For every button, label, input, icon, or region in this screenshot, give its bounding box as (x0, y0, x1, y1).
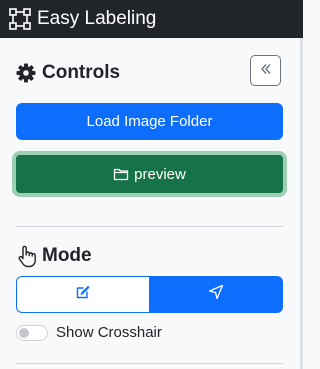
mode-select-button[interactable] (149, 276, 283, 313)
preview-button[interactable]: preview (12, 151, 287, 197)
controls-heading: Controls (16, 60, 120, 86)
crosshair-toggle-row: Show Crosshair (16, 324, 162, 341)
folder-icon (113, 166, 129, 182)
hand-pointer-icon (16, 244, 38, 268)
mode-toggle-group (16, 276, 283, 313)
collapse-sidebar-button[interactable] (250, 55, 281, 86)
load-image-folder-button[interactable]: Load Image Folder (16, 103, 283, 140)
mode-edit-button[interactable] (16, 276, 149, 313)
cursor-arrow-icon (208, 284, 224, 305)
crosshair-label: Show Crosshair (56, 324, 162, 341)
app-header: Easy Labeling (0, 0, 303, 38)
switch-knob (19, 327, 29, 338)
mode-heading: Mode (16, 243, 92, 269)
bounding-box-icon (9, 8, 31, 30)
mode-title: Mode (42, 245, 92, 266)
double-chevron-left-icon (260, 62, 272, 80)
crosshair-switch[interactable] (16, 324, 48, 341)
pencil-square-icon (75, 284, 91, 305)
panel-border (300, 38, 303, 369)
load-image-folder-label: Load Image Folder (86, 113, 213, 130)
section-divider-bottom (16, 363, 283, 364)
gear-icon (16, 63, 36, 83)
preview-label: preview (134, 165, 186, 183)
app-title: Easy Labeling (37, 8, 157, 29)
controls-title: Controls (42, 62, 121, 83)
section-divider (16, 226, 283, 227)
